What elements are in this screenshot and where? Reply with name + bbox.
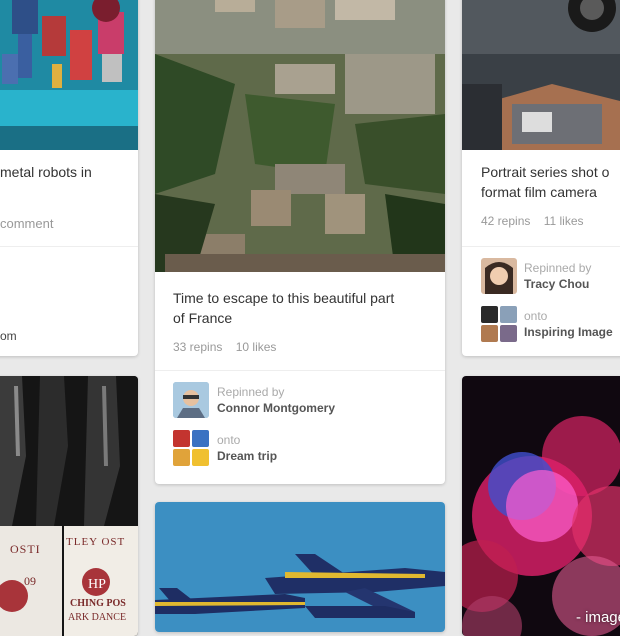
board-info: onto Dream trip (217, 432, 277, 464)
card-divider (155, 370, 445, 371)
pin-comment-count: comment (0, 216, 54, 231)
bottle-label-line2: OSTI (10, 542, 41, 556)
board-name[interactable]: Dream trip (217, 448, 277, 464)
pin-stats: 33 repins 10 likes (173, 340, 286, 354)
repinner-name[interactable]: Connor Montgomery (217, 400, 335, 416)
repinned-by: Repinned by Tracy Chou (524, 260, 591, 292)
card-divider (462, 246, 620, 247)
like-count[interactable]: 11 likes (544, 214, 584, 228)
avatar[interactable] (481, 258, 517, 294)
bokeh-photo (462, 376, 620, 636)
bottle-label-line4: CHING POS (70, 598, 126, 609)
board-thumbnail[interactable] (481, 306, 517, 342)
card-divider (0, 246, 138, 247)
repinned-by: Repinned by Connor Montgomery (217, 384, 335, 416)
jets-photo (155, 502, 445, 632)
pin-image-robots[interactable] (0, 0, 138, 150)
pin-stats: 42 repins 11 likes (481, 214, 594, 228)
repin-count[interactable]: 42 repins (481, 214, 530, 228)
image-caption: - image (575, 609, 620, 626)
pin-card-bokeh[interactable]: - image (462, 376, 620, 636)
pin-image-jets[interactable] (155, 502, 445, 632)
pin-card-bottles[interactable]: HP TLEY OST OSTI 09 CHING POS ARK DANCE (0, 376, 138, 636)
camera-photo (462, 0, 620, 150)
pin-user-fragment[interactable]: om (0, 328, 17, 344)
board-prefix: onto (524, 309, 548, 323)
bottle-label-line5: ARK DANCE (68, 612, 127, 623)
pin-card-jets[interactable] (155, 502, 445, 632)
pin-card-portrait[interactable]: Portrait series shot o format film camer… (462, 0, 620, 356)
robots-photo (0, 0, 138, 150)
pin-card-robots[interactable]: metal robots in comment om (0, 0, 138, 356)
pin-description: metal robots in (0, 164, 92, 180)
board-thumbnail[interactable] (173, 430, 209, 466)
like-count[interactable]: 10 likes (236, 340, 277, 354)
repinner-name[interactable]: Tracy Chou (524, 276, 591, 292)
board-info: onto Inspiring Image (524, 308, 613, 340)
pin-description: Portrait series shot o format film camer… (481, 164, 610, 200)
user-name-fragment[interactable]: om (0, 328, 17, 344)
svg-text:HP: HP (88, 577, 106, 592)
pin-image-bokeh[interactable] (462, 376, 620, 636)
bottles-photo: HP (0, 376, 138, 636)
board-name[interactable]: Inspiring Image (524, 324, 613, 340)
pin-description: Time to escape to this beautiful part of… (173, 290, 395, 326)
pin-image-france[interactable] (155, 0, 445, 272)
pin-image-portrait[interactable] (462, 0, 620, 150)
bottle-label-line3: 09 (24, 574, 36, 588)
user-avatar-image (481, 258, 517, 294)
repin-count[interactable]: 33 repins (173, 340, 222, 354)
pin-card-france[interactable]: Time to escape to this beautiful part of… (155, 0, 445, 484)
repinned-by-label: Repinned by (217, 385, 285, 399)
user-avatar-image (173, 382, 209, 418)
pin-image-bottles[interactable]: HP TLEY OST OSTI 09 CHING POS ARK DANCE (0, 376, 138, 636)
board-prefix: onto (217, 433, 241, 447)
village-photo (155, 0, 445, 272)
repinned-by-label: Repinned by (524, 261, 592, 275)
avatar[interactable] (173, 382, 209, 418)
bottle-label-line1: TLEY OST (66, 536, 126, 548)
